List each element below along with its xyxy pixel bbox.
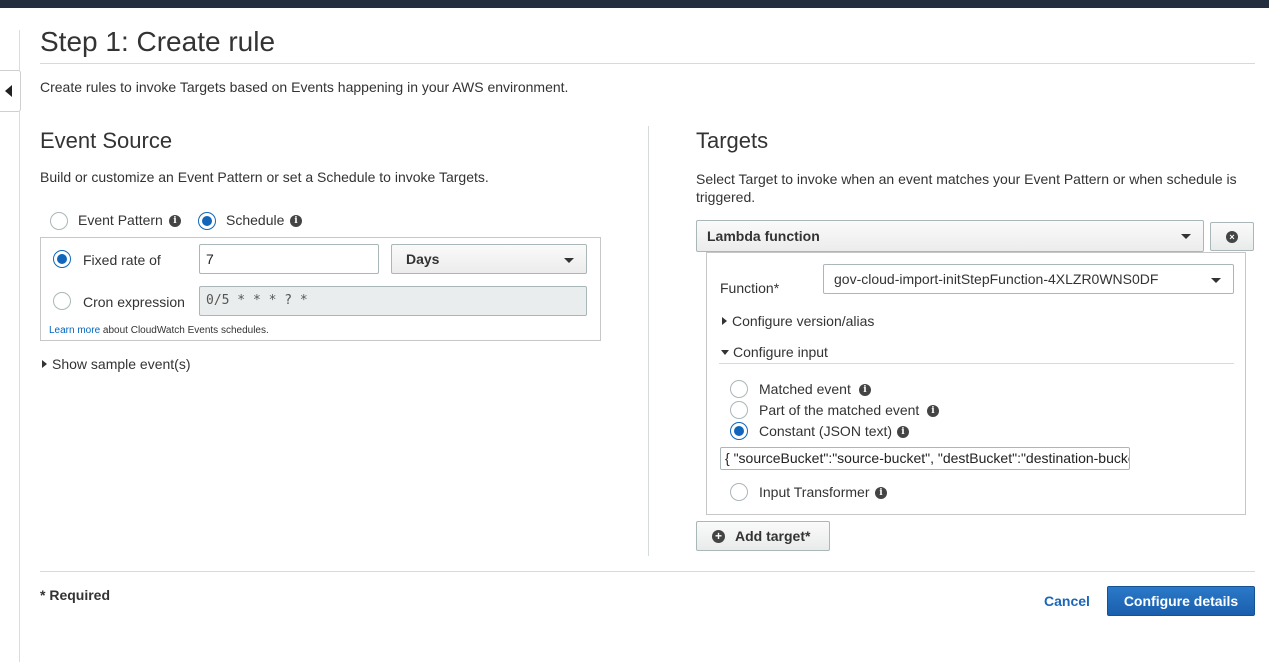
top-navigation-bar (0, 0, 1269, 8)
required-note: * Required (40, 587, 111, 603)
caret-right-icon (42, 360, 47, 369)
chevron-down-icon (1181, 234, 1191, 239)
schedule-info-icon[interactable]: i (290, 215, 302, 227)
configure-input-divider (719, 363, 1234, 364)
plus-circle-icon: + (712, 529, 725, 543)
remove-target-button[interactable]: × (1210, 222, 1254, 251)
learn-more-link[interactable]: Learn more (49, 325, 100, 336)
configure-input-toggle[interactable]: Configure input (721, 344, 828, 360)
schedule-panel: Fixed rate of 7 Days Cron expression 0/5… (40, 237, 601, 341)
fixed-rate-radio[interactable] (53, 250, 71, 268)
targets-heading: Targets (696, 128, 769, 153)
event-source-heading: Event Source (40, 128, 173, 153)
function-value: gov-cloud-import-initStepFunction-4XLZR0… (834, 271, 1159, 287)
matched-event-info-icon[interactable]: i (859, 384, 871, 396)
configure-version-label: Configure version/alias (732, 313, 875, 329)
constant-json-input[interactable]: { "sourceBucket":"source-bucket", "destB… (720, 447, 1130, 470)
page-title: Step 1: Create rule (40, 26, 276, 57)
configure-details-button[interactable]: Configure details (1107, 586, 1255, 616)
part-matched-info-icon[interactable]: i (927, 405, 939, 417)
input-transformer-info-icon[interactable]: i (875, 487, 887, 499)
target-type-select[interactable]: Lambda function (696, 220, 1204, 252)
close-icon: × (1226, 231, 1238, 243)
chevron-down-icon (564, 258, 574, 263)
cron-label: Cron expression (83, 294, 185, 310)
caret-down-icon (721, 349, 729, 355)
event-source-description: Build or customize an Event Pattern or s… (40, 169, 489, 185)
add-target-label: Add target* (735, 528, 811, 544)
function-label: Function* (720, 280, 780, 296)
caret-right-icon (722, 317, 727, 326)
add-target-button[interactable]: + Add target* (696, 521, 830, 551)
cron-radio[interactable] (53, 292, 71, 310)
function-select[interactable]: gov-cloud-import-initStepFunction-4XLZR0… (823, 264, 1234, 294)
target-type-value: Lambda function (707, 228, 820, 244)
part-matched-label: Part of the matched event (759, 402, 920, 418)
schedule-label: Schedule (226, 212, 285, 228)
fixed-rate-label: Fixed rate of (83, 252, 161, 268)
show-sample-toggle[interactable]: Show sample event(s) (42, 356, 191, 372)
learn-more-text: about CloudWatch Events schedules. (100, 325, 269, 336)
title-divider (40, 63, 1255, 64)
target-config-panel: Function* gov-cloud-import-initStepFunct… (706, 252, 1246, 515)
rate-unit-select[interactable]: Days (391, 244, 587, 274)
event-pattern-info-icon[interactable]: i (169, 215, 181, 227)
show-sample-label: Show sample event(s) (52, 356, 191, 372)
left-panel-border (19, 30, 20, 662)
configure-input-label: Configure input (733, 344, 828, 360)
cancel-button[interactable]: Cancel (1044, 593, 1090, 609)
event-pattern-label: Event Pattern (78, 212, 163, 228)
rate-unit-value: Days (406, 251, 440, 267)
collapse-sidebar-button[interactable] (0, 70, 21, 112)
configure-version-toggle[interactable]: Configure version/alias (722, 313, 874, 329)
cron-input[interactable]: 0/5 * * * ? * (199, 286, 587, 316)
page-description: Create rules to invoke Targets based on … (40, 79, 569, 95)
column-divider (648, 126, 649, 556)
matched-event-label: Matched event (759, 381, 851, 397)
constant-json-info-icon[interactable]: i (897, 426, 909, 438)
input-transformer-radio[interactable] (730, 483, 748, 501)
schedule-help-text: Learn more about CloudWatch Events sched… (49, 325, 269, 336)
input-transformer-label: Input Transformer (759, 484, 870, 500)
matched-event-radio[interactable] (730, 380, 748, 398)
fixed-rate-input[interactable]: 7 (199, 244, 379, 274)
constant-json-radio[interactable] (730, 422, 748, 440)
chevron-left-icon (5, 85, 12, 97)
event-pattern-radio[interactable] (50, 212, 68, 230)
chevron-down-icon (1211, 278, 1221, 283)
schedule-radio[interactable] (198, 212, 216, 230)
constant-json-label: Constant (JSON text) (759, 423, 893, 439)
part-matched-radio[interactable] (730, 401, 748, 419)
footer-divider (40, 571, 1255, 572)
targets-description: Select Target to invoke when an event ma… (696, 171, 1237, 205)
